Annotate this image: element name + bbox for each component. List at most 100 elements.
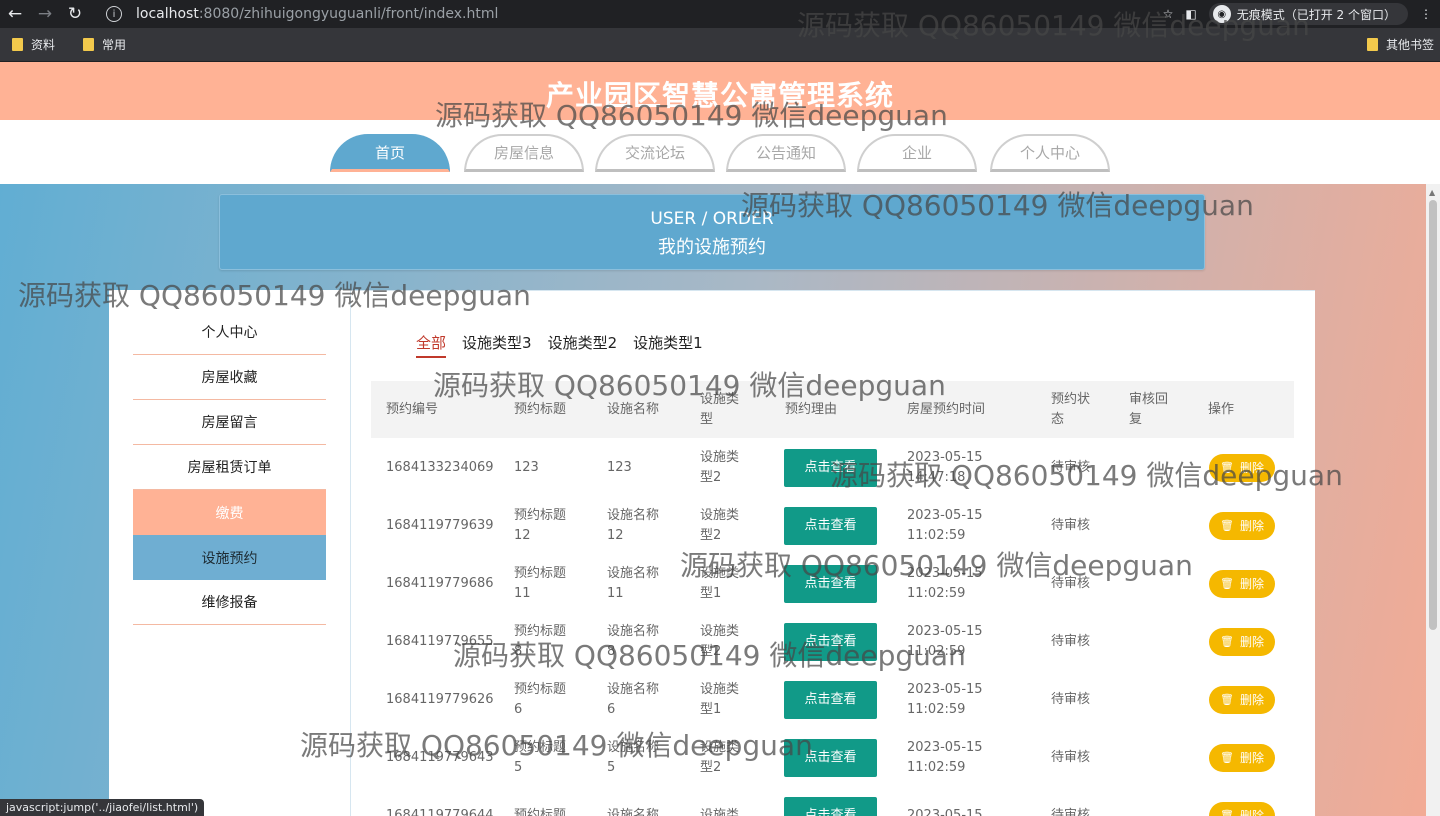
nav-house-info[interactable]: 房屋信息 [464, 134, 584, 172]
sidebar-item-house-messages[interactable]: 房屋留言 [133, 400, 326, 445]
col-status: 预约状 态 [1051, 391, 1091, 427]
bookmark-star-icon[interactable]: ☆ [1163, 7, 1174, 21]
delete-label: 删除 [1239, 751, 1264, 765]
filter-type-1[interactable]: 设施类型1 [633, 332, 703, 358]
page-scrollbar[interactable]: ▲ [1426, 184, 1440, 816]
bookmark-folder[interactable]: 资料 [12, 36, 55, 53]
col-booking-time: 房屋预约时间 [907, 401, 986, 417]
cell-facility-name: 设施名称 5 [607, 740, 660, 775]
browser-menu-icon[interactable]: ⋮ [1420, 7, 1432, 21]
view-detail-button[interactable]: 点击查看 [784, 449, 877, 487]
nav-home[interactable]: 首页 [330, 134, 450, 172]
other-bookmarks[interactable]: 其他书签 [1366, 36, 1434, 53]
sidebar-item-rental-orders[interactable]: 房屋租赁订单 [133, 445, 326, 490]
folder-icon [12, 38, 23, 51]
nav-forum[interactable]: 交流论坛 [595, 134, 715, 172]
nav-personal-center[interactable]: 个人中心 [990, 134, 1110, 172]
cell-status: 待审核 [1051, 692, 1091, 707]
reload-icon[interactable]: ↻ [60, 0, 90, 28]
user-sidebar: 个人中心 房屋收藏 房屋留言 房屋租赁订单 缴费 设施预约 维修报备 [133, 310, 326, 625]
cell-booking-id: 1684119779655 [386, 634, 494, 649]
view-detail-button[interactable]: 点击查看 [784, 565, 877, 603]
nav-company[interactable]: 企业 [857, 134, 977, 172]
browser-status-url: javascript:jump('../jiaofei/list.html') [0, 799, 205, 816]
scroll-up-icon[interactable]: ▲ [1429, 188, 1435, 197]
delete-button[interactable]: 🗑 删除 [1209, 454, 1275, 482]
trash-icon: 🗑 [1220, 461, 1234, 474]
cell-booking-time: 2023-05-15 11:02:59 [907, 624, 983, 659]
nav-notice[interactable]: 公告通知 [726, 134, 846, 172]
sidebar-item-facility-booking[interactable]: 设施预约 [133, 535, 326, 580]
delete-button[interactable]: 🗑 删除 [1209, 686, 1275, 714]
view-detail-button[interactable]: 点击查看 [784, 623, 877, 661]
filter-type-3[interactable]: 设施类型3 [462, 332, 532, 358]
cell-booking-title: 预约标题 11 [514, 566, 567, 601]
cell-facility-type: 设施类 型2 [700, 740, 740, 775]
delete-button[interactable]: 🗑 删除 [1209, 628, 1275, 656]
cell-facility-name: 设施名称 8 [607, 624, 660, 659]
side-panel-icon[interactable]: ◧ [1185, 7, 1196, 21]
cell-booking-id: 1684119779686 [386, 576, 494, 591]
table-row: 1684119779655 预约标题 8 设施名称 8 设施类 型2 2023-05-1… [371, 613, 1294, 671]
bookmark-label: 常用 [102, 38, 127, 52]
trash-icon: 🗑 [1220, 577, 1234, 590]
cell-facility-name: 设施名称 [607, 808, 660, 816]
filter-type-2[interactable]: 设施类型2 [548, 332, 618, 358]
incognito-badge[interactable]: ◉ 无痕模式（已打开 2 个窗口） [1208, 3, 1408, 25]
delete-button[interactable]: 🗑 删除 [1209, 802, 1275, 816]
bookmark-folder[interactable]: 常用 [83, 36, 126, 53]
delete-button[interactable]: 🗑 删除 [1209, 570, 1275, 598]
col-booking-id: 预约编号 [386, 401, 439, 417]
delete-label: 删除 [1239, 461, 1264, 475]
trash-icon: 🗑 [1220, 519, 1234, 532]
site-info-icon[interactable]: i [106, 6, 122, 22]
forward-arrow-icon[interactable]: → [30, 0, 60, 28]
table-row: 1684119779643 预约标题 5 设施名称 5 设施类 型2 2023-05-1… [371, 729, 1294, 787]
col-actions: 操作 [1208, 401, 1235, 417]
delete-label: 删除 [1239, 519, 1264, 533]
cell-facility-type: 设施类 型1 [700, 682, 740, 717]
cell-status: 待审核 [1051, 634, 1091, 649]
col-facility-type: 设施类 型 [700, 391, 740, 427]
table-row: 1684119779639 预约标题 12 设施名称 12 设施类 型2 2023-05… [371, 497, 1294, 555]
other-bookmarks-label: 其他书签 [1385, 38, 1434, 52]
col-review-reply: 审核回 复 [1129, 391, 1169, 427]
trash-icon: 🗑 [1220, 693, 1234, 706]
cell-booking-id: 1684119779643 [386, 750, 494, 765]
view-detail-button[interactable]: 点击查看 [784, 681, 877, 719]
cell-facility-type: 设施类 型2 [700, 508, 740, 543]
cell-booking-id: 1684133234069 [386, 460, 494, 475]
cell-booking-id: 1684119779626 [386, 692, 494, 707]
sidebar-item-house-favorites[interactable]: 房屋收藏 [133, 355, 326, 400]
delete-button[interactable]: 🗑 删除 [1209, 744, 1275, 772]
sidebar-item-personal-center[interactable]: 个人中心 [133, 310, 326, 355]
url-path: :8080/zhihuigongyuguanli/front/index.htm… [198, 6, 499, 22]
cell-booking-title: 预约标题 6 [514, 682, 567, 717]
cell-booking-time: 2023-05-15 [907, 808, 983, 816]
cell-booking-time: 2023-05-15 11:02:59 [907, 508, 983, 543]
view-detail-button[interactable]: 点击查看 [784, 797, 877, 816]
incognito-label: 无痕模式（已打开 2 个窗口） [1236, 7, 1396, 22]
site-title: 产业园区智慧公寓管理系统 [545, 79, 894, 112]
col-booking-title: 预约标题 [514, 401, 567, 417]
filter-all[interactable]: 全部 [416, 332, 447, 358]
cell-facility-name: 设施名称 6 [607, 682, 660, 717]
table-row: 1684119779644 预约标题 设施名称 设施类 2023-05-15 待审核 点击查… [371, 787, 1294, 816]
view-detail-button[interactable]: 点击查看 [784, 739, 877, 777]
table-row: 1684119779686 预约标题 11 设施名称 11 设施类 型1 2023-05… [371, 555, 1294, 613]
folder-icon [83, 38, 95, 51]
url-host: localhost [136, 6, 199, 22]
back-arrow-icon[interactable]: ← [0, 0, 30, 28]
scrollbar-thumb[interactable] [1429, 200, 1437, 630]
view-detail-button[interactable]: 点击查看 [784, 507, 877, 545]
cell-booking-id: 1684119779639 [386, 518, 494, 533]
banner-cn-title: 我的设施预约 [658, 237, 766, 258]
delete-button[interactable]: 🗑 删除 [1209, 512, 1275, 540]
cell-facility-name: 设施名称 12 [607, 508, 660, 543]
col-reason: 预约理由 [785, 401, 838, 417]
cell-status: 待审核 [1051, 460, 1091, 475]
sidebar-item-repair-report[interactable]: 维修报备 [133, 580, 326, 625]
trash-icon: 🗑 [1220, 809, 1234, 816]
sidebar-item-payment[interactable]: 缴费 [133, 490, 326, 535]
main-nav [0, 120, 1440, 184]
